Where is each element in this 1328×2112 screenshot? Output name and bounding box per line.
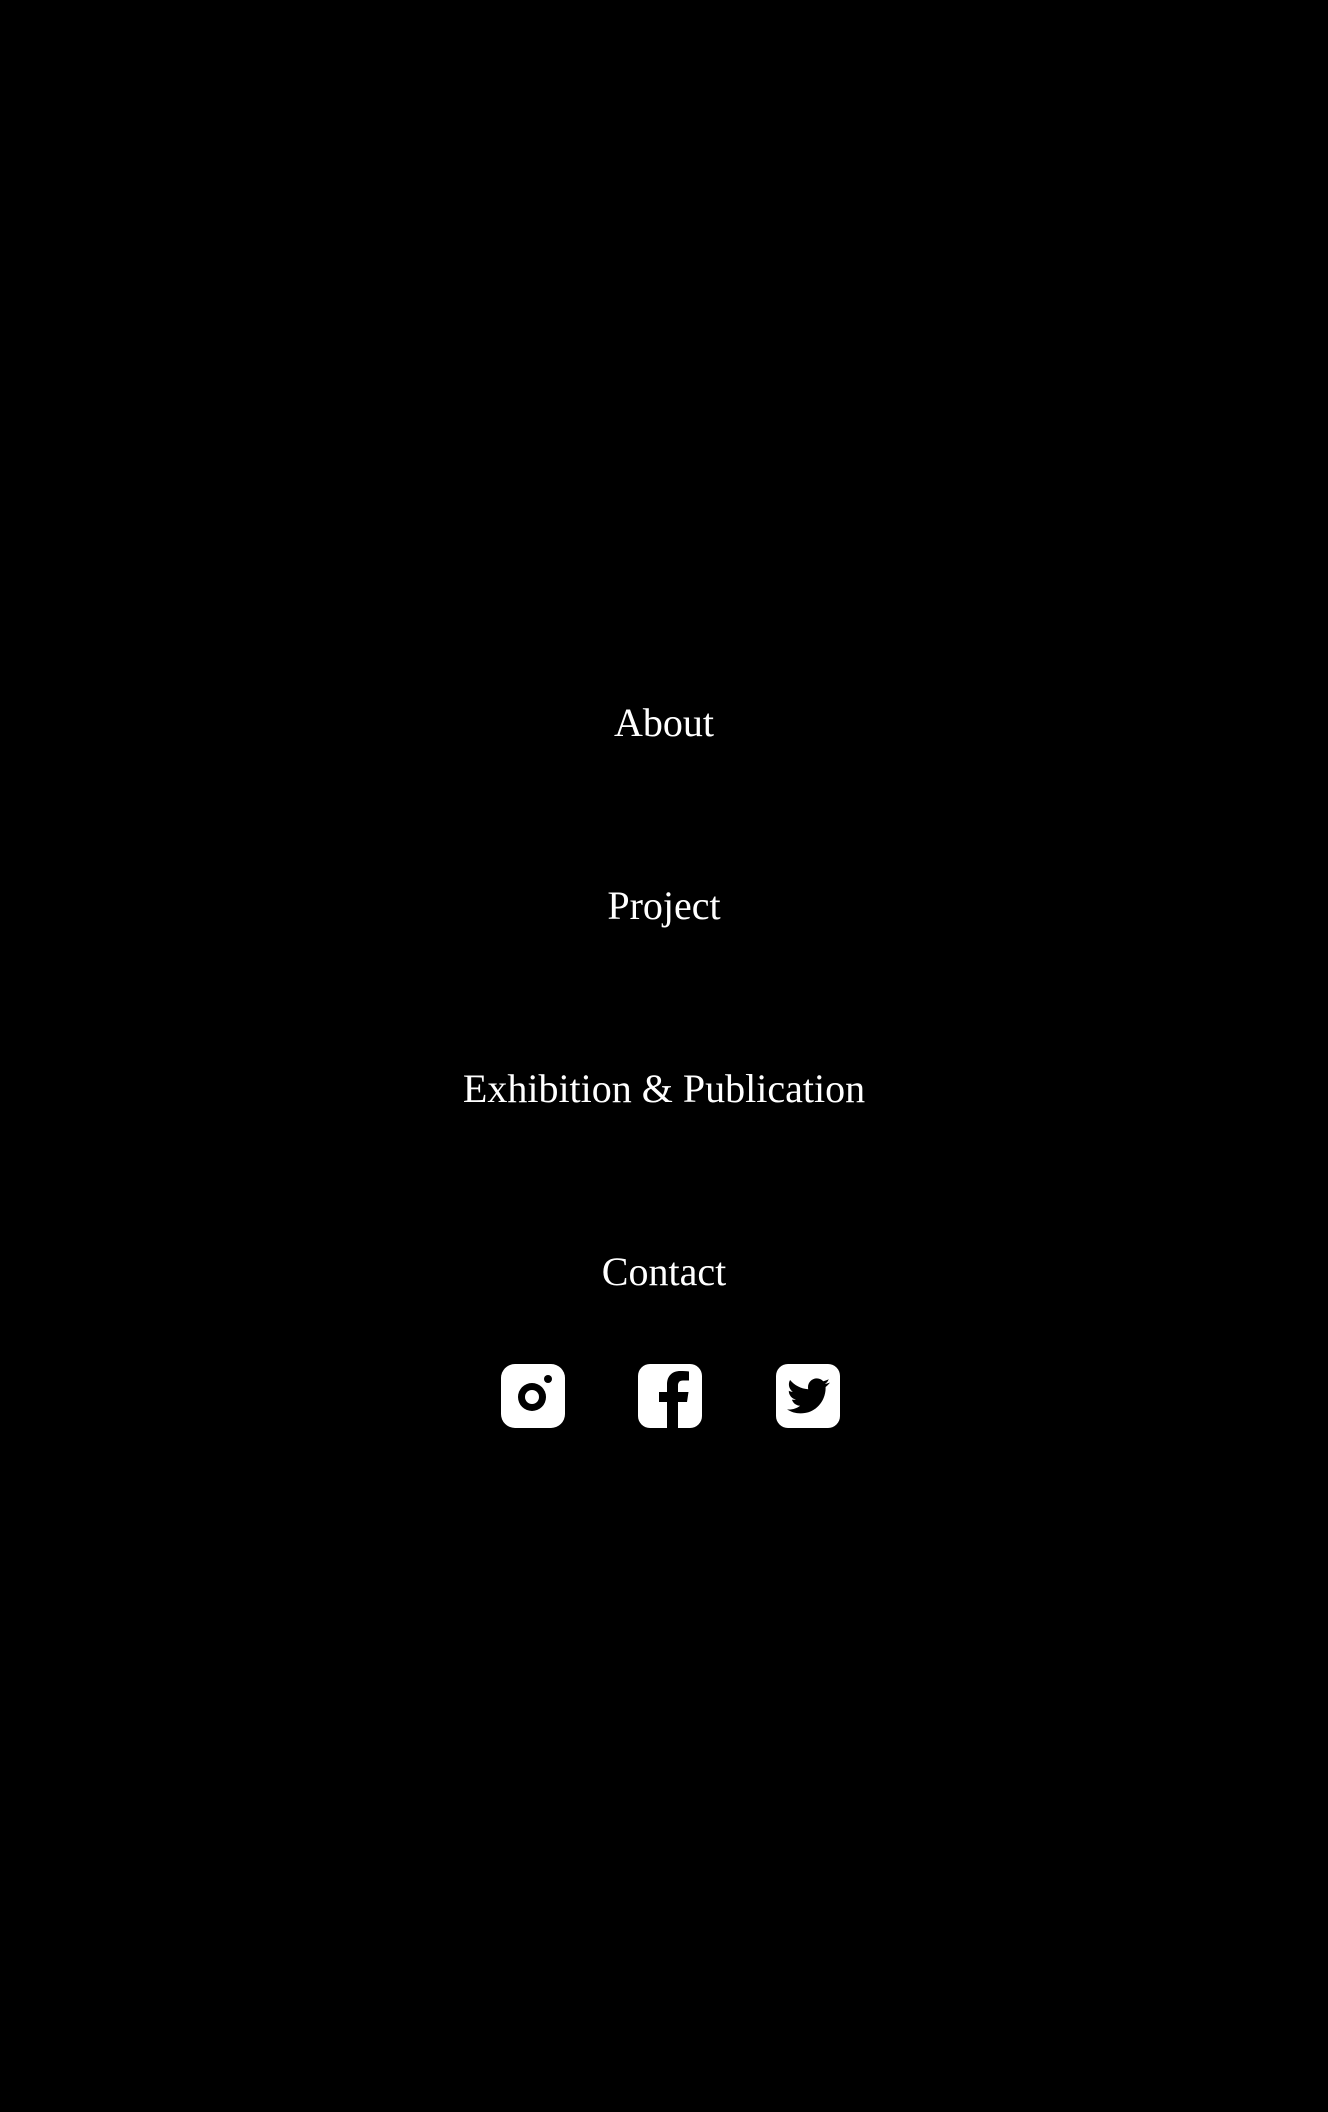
- nav-link-project[interactable]: Project: [0, 882, 1328, 930]
- instagram-icon[interactable]: [501, 1364, 565, 1428]
- nav-link-about[interactable]: About: [0, 699, 1328, 747]
- main-menu: About Project Exhibition & Publication C…: [0, 0, 1328, 2112]
- nav-link-exhibition-publication[interactable]: Exhibition & Publication: [0, 1065, 1328, 1113]
- twitter-icon[interactable]: [776, 1364, 840, 1428]
- facebook-icon[interactable]: [638, 1364, 702, 1428]
- nav-link-contact[interactable]: Contact: [0, 1248, 1328, 1296]
- social-links: [0, 1364, 1328, 1428]
